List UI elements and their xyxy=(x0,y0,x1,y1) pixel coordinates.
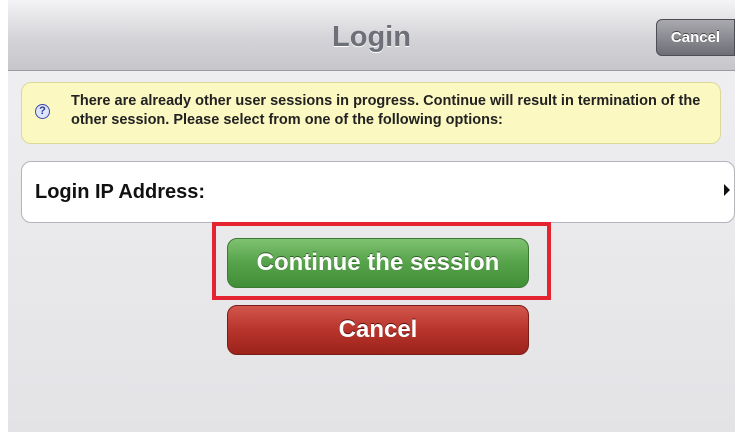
warning-message: There are already other user sessions in… xyxy=(71,93,701,128)
nav-cancel-button[interactable]: Cancel xyxy=(656,19,735,56)
navigation-bar: Login Cancel xyxy=(8,0,735,71)
page-title: Login xyxy=(332,21,411,53)
continue-session-button[interactable]: Continue the session xyxy=(227,238,529,288)
cancel-button[interactable]: Cancel xyxy=(227,305,529,355)
question-icon: ? xyxy=(35,104,50,119)
login-ip-address-label: Login IP Address: xyxy=(35,181,206,203)
session-warning-box: ? There are already other user sessions … xyxy=(21,82,721,144)
chevron-right-icon xyxy=(724,184,730,196)
login-ip-address-row[interactable]: Login IP Address: xyxy=(21,161,735,223)
login-screen: Login Cancel ? There are already other u… xyxy=(8,0,735,432)
